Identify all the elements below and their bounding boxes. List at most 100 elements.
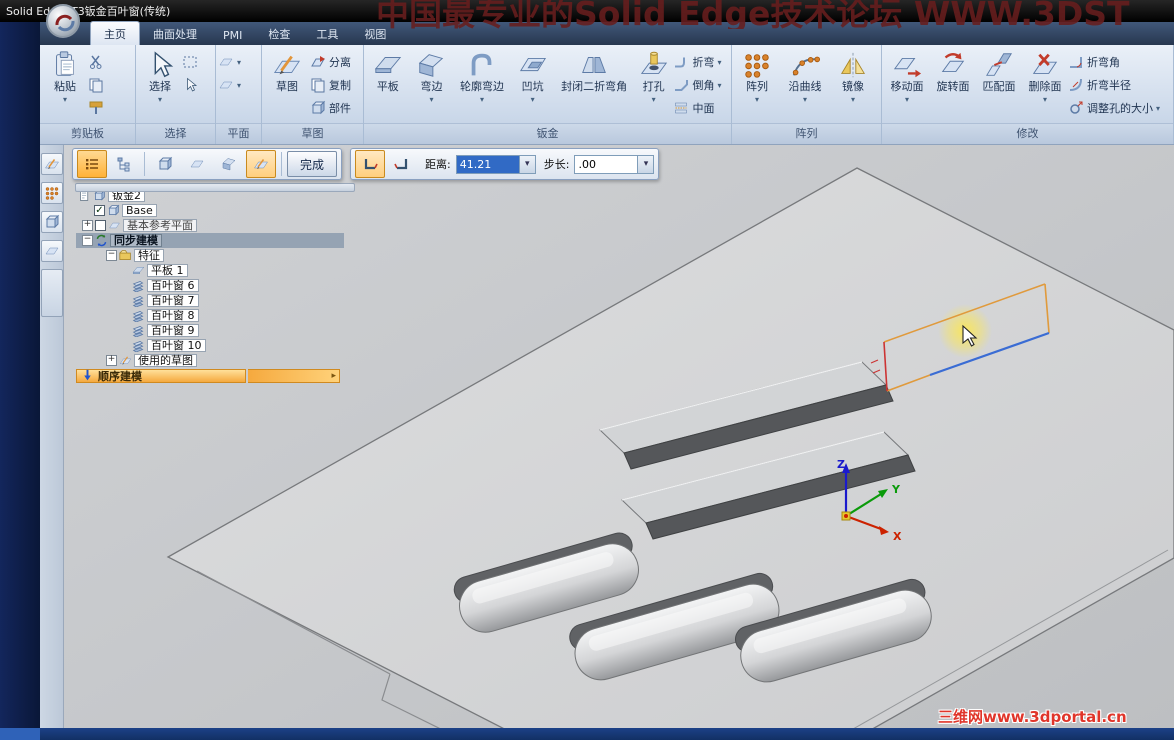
select-marquee-button[interactable]: [182, 50, 198, 73]
plane-tool-button[interactable]: [40, 240, 63, 262]
tree-item-used-sketches[interactable]: 使用的草图: [76, 353, 344, 368]
plane-icon: [218, 77, 234, 93]
format-painter-button[interactable]: [88, 96, 104, 119]
group-label-pattern: 阵列: [732, 123, 881, 144]
tree-item-louver8[interactable]: 百叶窗 8: [76, 308, 344, 323]
pencil-tool-button[interactable]: [40, 153, 63, 175]
rotate-face-icon: [938, 50, 968, 80]
option-button-2[interactable]: [182, 150, 212, 178]
axis-x-label: X: [893, 530, 902, 543]
paste-button[interactable]: 粘贴: [42, 47, 88, 121]
tab-home[interactable]: 主页: [90, 21, 140, 45]
copy-button[interactable]: [88, 73, 104, 96]
select-marquee-icon: [182, 54, 198, 70]
down-arrow-icon: [81, 369, 94, 382]
select-options-button[interactable]: [182, 73, 198, 96]
fold-right-icon: [394, 156, 410, 172]
separator: [281, 152, 282, 176]
step-input[interactable]: .00: [574, 154, 639, 174]
rotate-face-button[interactable]: 旋转面: [930, 47, 976, 121]
component-button[interactable]: 部件: [310, 96, 351, 119]
cube-icon: [157, 156, 173, 172]
coincident-plane-button[interactable]: [218, 73, 241, 96]
copy-sketch-button[interactable]: 复制: [310, 73, 351, 96]
dropdown-arrow-icon: [63, 93, 67, 101]
step-label: 步长:: [543, 158, 570, 171]
tree-item-louver6[interactable]: 百叶窗 6: [76, 278, 344, 293]
along-curve-button[interactable]: 沿曲线: [780, 47, 830, 121]
cube-tool-button[interactable]: [40, 211, 63, 233]
group-label-sheetmetal: 钣金: [364, 123, 731, 144]
louver-icon: [132, 294, 145, 307]
option-button-1[interactable]: [150, 150, 180, 178]
expand-icon[interactable]: [106, 355, 117, 366]
sketch-button[interactable]: 草图: [264, 47, 310, 121]
tree-item-base[interactable]: Base: [76, 203, 344, 218]
dropdown-arrow-icon: [429, 93, 433, 101]
distance-dropdown-arrow[interactable]: [519, 154, 536, 174]
mirror-button[interactable]: 镜像: [830, 47, 876, 121]
ribbon-group-select: 选择 选择: [136, 45, 216, 144]
dimple-button[interactable]: 凹坑: [511, 47, 555, 121]
tree-item-synchronous[interactable]: 同步建模: [76, 233, 344, 248]
tree-item-louver7[interactable]: 百叶窗 7: [76, 293, 344, 308]
tab-surfacing[interactable]: 曲面处理: [140, 22, 210, 45]
checkbox-unchecked[interactable]: [95, 220, 106, 231]
tab-tools[interactable]: 工具: [303, 22, 351, 45]
tree-item-louver10[interactable]: 百叶窗 10: [76, 338, 344, 353]
tree-item-features[interactable]: 特征: [76, 248, 344, 263]
title-bar: Solid EdgeST3钣金百叶窗(传统): [0, 0, 1174, 22]
mid-face-button[interactable]: 中面: [673, 96, 729, 119]
chamfer-button[interactable]: 倒角: [673, 73, 729, 96]
fold-direction-button-1[interactable]: [355, 150, 386, 178]
cut-button[interactable]: [88, 50, 104, 73]
flange-button[interactable]: 弯边: [410, 47, 454, 121]
collapsed-panel-tab[interactable]: [40, 269, 63, 317]
tree-item-tab1[interactable]: 平板 1: [76, 263, 344, 278]
move-face-button[interactable]: 移动面: [884, 47, 930, 121]
application-menu-button[interactable]: [46, 4, 80, 38]
close-corner-button[interactable]: 封闭二折弯角: [554, 47, 633, 121]
tab-inspect[interactable]: 检查: [255, 22, 303, 45]
axis-z-label: Z: [837, 458, 845, 471]
collapse-icon[interactable]: [106, 250, 117, 261]
tab-pmi[interactable]: PMI: [210, 25, 255, 45]
tab-view[interactable]: 视图: [351, 22, 399, 45]
option-button-4[interactable]: [246, 150, 276, 178]
pathfinder-toggle-button[interactable]: [109, 150, 139, 178]
bend-button[interactable]: 折弯: [673, 50, 729, 73]
ribbon-group-pattern: 阵列 沿曲线 镜像 阵列: [732, 45, 882, 144]
hole-button[interactable]: 打孔: [634, 47, 674, 121]
checkbox-checked[interactable]: [94, 205, 105, 216]
feature-list-button[interactable]: [77, 150, 107, 178]
expand-icon[interactable]: [82, 220, 93, 231]
dropdown-arrow-icon: [158, 93, 162, 101]
ordered-modeling-bar[interactable]: 顺序建模: [76, 368, 246, 383]
tree-item-ordered[interactable]: 顺序建模 ▸: [76, 368, 344, 383]
contour-flange-button[interactable]: 轮廓弯边: [453, 47, 511, 121]
bend-angle-button[interactable]: 折弯角: [1068, 50, 1168, 73]
command-bar-scroll-strip[interactable]: [75, 183, 355, 192]
distance-label: 距离:: [425, 158, 451, 171]
tree-item-louver9[interactable]: 百叶窗 9: [76, 323, 344, 338]
collapse-icon[interactable]: [82, 235, 93, 246]
color-tool-button[interactable]: [40, 182, 63, 204]
step-dropdown-arrow[interactable]: [638, 154, 655, 174]
resize-hole-button[interactable]: 调整孔的大小: [1068, 96, 1168, 119]
fold-direction-button-2[interactable]: [387, 150, 417, 178]
select-button[interactable]: 选择: [138, 47, 182, 121]
option-button-3[interactable]: [214, 150, 244, 178]
match-face-button[interactable]: 匹配面: [976, 47, 1022, 121]
delete-face-button[interactable]: 删除面: [1022, 47, 1068, 121]
axis-y-label: Y: [891, 483, 901, 496]
tree-item-ref-planes[interactable]: 基本参考平面: [76, 218, 344, 233]
finish-button[interactable]: 完成: [287, 151, 338, 177]
louver-icon: [132, 324, 145, 337]
distance-input[interactable]: 41.21: [455, 154, 520, 174]
group-label-modify: 修改: [882, 123, 1173, 144]
pattern-button[interactable]: 阵列: [734, 47, 780, 121]
tab-feature-button[interactable]: 平板: [366, 47, 410, 121]
plane-button[interactable]: [218, 50, 241, 73]
bend-radius-button[interactable]: 折弯半径: [1068, 73, 1168, 96]
detach-button[interactable]: 分离: [310, 50, 351, 73]
